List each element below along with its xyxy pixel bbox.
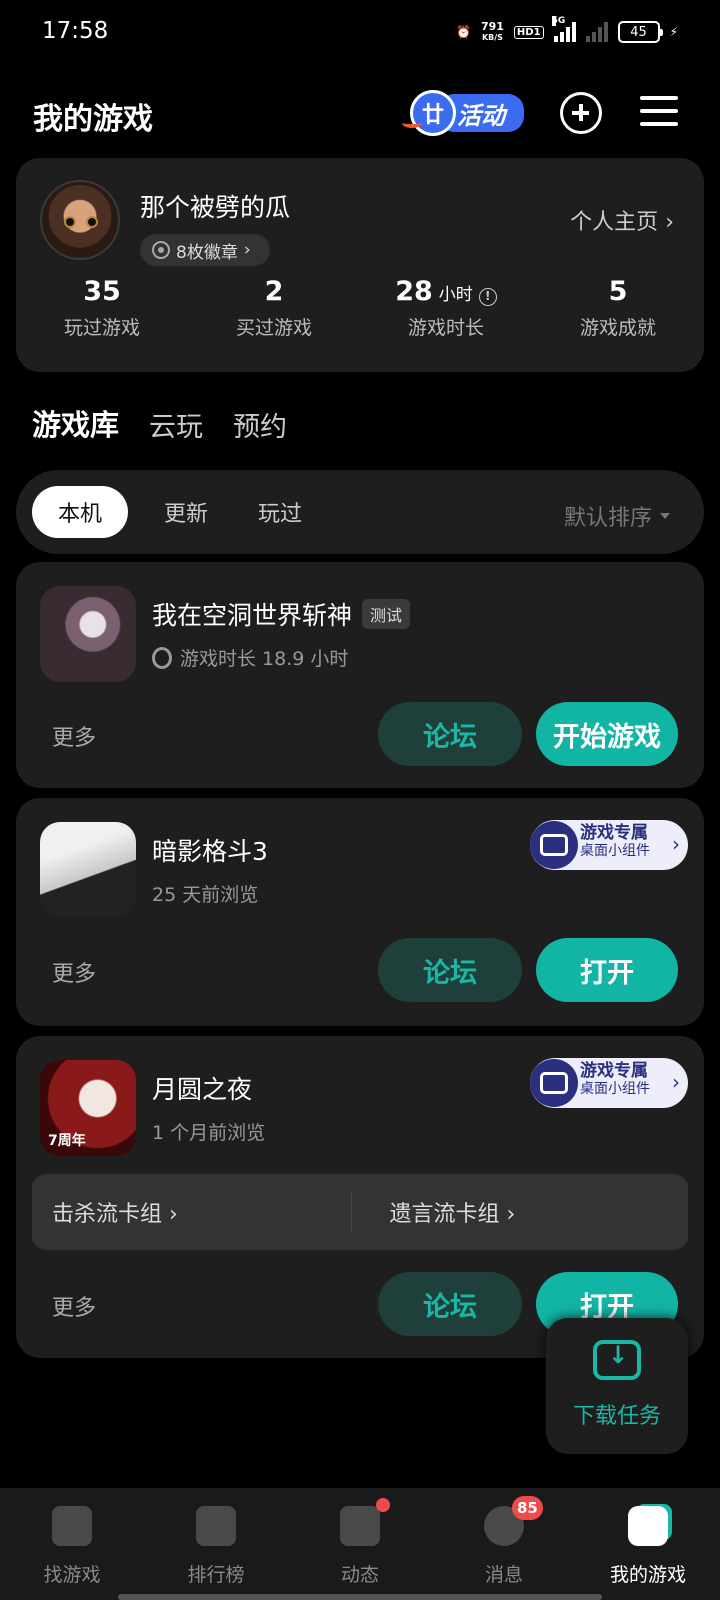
nav-feed[interactable]: 动态 (288, 1488, 432, 1600)
menu-icon[interactable] (640, 94, 678, 128)
nav-my-games[interactable]: 我的游戏 (576, 1488, 720, 1600)
nav-messages[interactable]: 85 消息 (432, 1488, 576, 1600)
start-game-button[interactable]: 开始游戏 (536, 702, 678, 766)
deck-link[interactable]: 遗言流卡组 › (352, 1196, 689, 1228)
widget-subtitle: 桌面小组件 (580, 1081, 650, 1097)
game-subtitle: 25 天前浏览 (152, 884, 259, 906)
filter-bar: 本机 更新 玩过 默认排序 (16, 470, 704, 554)
medal-icon (152, 241, 170, 259)
filter-updates[interactable]: 更新 (144, 486, 228, 538)
net-speed: 791 KB/S (480, 20, 504, 42)
download-label: 下载任务 (572, 1404, 661, 1429)
badges-label: 8枚徽章 (176, 242, 238, 263)
game-icon (40, 586, 136, 682)
game-card[interactable]: 7周年 月圆之夜 1 个月前浏览 游戏专属 桌面小组件 › 击杀流卡组 › 遗言… (16, 1036, 704, 1358)
message-count-badge: 85 (512, 1496, 543, 1520)
forum-button[interactable]: 论坛 (378, 1272, 522, 1336)
forum-button[interactable]: 论坛 (378, 702, 522, 766)
chevron-right-icon: › (672, 832, 680, 856)
library-tabs: 游戏库 云玩 预约 (28, 400, 287, 444)
game-title: 我在空洞世界斩神 测试 (152, 596, 411, 632)
status-bar: 17:58 ⏰ 791 KB/S HD1 5G 45 ⚡ (0, 0, 720, 64)
profile-stats: 35 玩过游戏 2 买过游戏 28 小时 ! 游戏时长 5 游戏成就 (16, 276, 704, 340)
signal-icon-2 (585, 22, 608, 42)
test-tag: 测试 (362, 599, 411, 629)
info-icon[interactable]: ! (478, 288, 497, 306)
page-title: 我的游戏 (33, 102, 153, 137)
activity-swoosh (402, 118, 422, 128)
widget-title: 游戏专属 (580, 823, 648, 843)
profile-card: 那个被劈的瓜 8枚徽章 › 个人主页 › 35 玩过游戏 2 买过游戏 28 小… (16, 158, 704, 372)
stat-played[interactable]: 35 玩过游戏 (16, 276, 188, 340)
game-icon-label: 7周年 (48, 1133, 86, 1149)
open-button[interactable]: 打开 (536, 938, 678, 1002)
battery-icon: 45 (617, 21, 663, 43)
chevron-right-icon: › (665, 210, 674, 235)
header: 我的游戏 活动 廿 (0, 84, 720, 144)
desktop-widget-button[interactable]: 游戏专属 桌面小组件 › (530, 820, 688, 870)
deck-shortcuts: 击杀流卡组 › 遗言流卡组 › (32, 1174, 688, 1250)
bottom-nav: 找游戏 排行榜 动态 85 消息 我的游戏 (0, 1488, 720, 1600)
desktop-widget-button[interactable]: 游戏专属 桌面小组件 › (530, 1058, 688, 1108)
stat-achievements[interactable]: 5 游戏成就 (532, 276, 704, 340)
game-card[interactable]: 我在空洞世界斩神 测试 游戏时长 18.9 小时 更多 论坛 开始游戏 (16, 562, 704, 788)
notification-dot (376, 1498, 391, 1512)
charging-icon: ⚡ (669, 25, 678, 39)
add-icon[interactable] (560, 92, 602, 134)
chevron-right-icon: › (243, 240, 251, 260)
more-button[interactable]: 更多 (52, 956, 96, 988)
activity-icon: 廿 (410, 90, 456, 136)
stat-bought[interactable]: 2 买过游戏 (188, 276, 360, 340)
badges-button[interactable]: 8枚徽章 › (140, 234, 270, 266)
deck-link[interactable]: 击杀流卡组 › (32, 1196, 351, 1228)
filter-local[interactable]: 本机 (32, 486, 128, 538)
hd-icon: HD1 (513, 25, 544, 39)
forum-button[interactable]: 论坛 (378, 938, 522, 1002)
nav-find-games[interactable]: 找游戏 (0, 1488, 144, 1600)
tab-reserve[interactable]: 预约 (233, 405, 287, 444)
status-time: 17:58 (42, 18, 109, 44)
status-icons: ⏰ 791 KB/S HD1 5G 45 ⚡ (456, 16, 678, 46)
gamepad-icon (628, 1506, 668, 1546)
widget-subtitle: 桌面小组件 (580, 843, 650, 859)
game-subtitle: 1 个月前浏览 (152, 1122, 266, 1144)
alarm-icon: ⏰ (456, 25, 471, 39)
sort-dropdown[interactable]: 默认排序 (564, 500, 670, 532)
signal-icon: 5G (551, 16, 576, 42)
filter-played[interactable]: 玩过 (238, 486, 322, 538)
widget-title: 游戏专属 (580, 1061, 648, 1081)
find-games-icon (52, 1506, 92, 1546)
tab-cloud[interactable]: 云玩 (149, 405, 203, 444)
game-title: 暗影格斗3 (152, 837, 268, 866)
more-button[interactable]: 更多 (52, 1290, 96, 1322)
game-subtitle: 游戏时长 18.9 小时 (152, 644, 348, 671)
home-indicator[interactable] (118, 1594, 602, 1600)
caret-down-icon (660, 513, 670, 519)
feed-icon (340, 1506, 380, 1546)
game-title: 月圆之夜 (152, 1075, 253, 1104)
avatar[interactable] (40, 180, 120, 260)
gamepad-icon (530, 1059, 578, 1107)
rankings-icon (196, 1506, 236, 1546)
chevron-right-icon: › (672, 1070, 680, 1094)
download-tasks-button[interactable]: 下载任务 (546, 1318, 688, 1454)
profile-name: 那个被劈的瓜 (140, 193, 291, 222)
gamepad-icon (530, 821, 578, 869)
download-icon (593, 1340, 641, 1380)
homepage-link[interactable]: 个人主页 › (570, 204, 674, 236)
activity-button[interactable]: 活动 廿 (402, 88, 524, 140)
tab-library[interactable]: 游戏库 (28, 402, 123, 444)
more-button[interactable]: 更多 (52, 720, 96, 752)
stat-playtime[interactable]: 28 小时 ! 游戏时长 (360, 276, 532, 340)
stopwatch-icon (152, 646, 172, 669)
game-icon (40, 822, 136, 918)
game-card[interactable]: 暗影格斗3 25 天前浏览 游戏专属 桌面小组件 › 更多 论坛 打开 (16, 798, 704, 1026)
nav-rankings[interactable]: 排行榜 (144, 1488, 288, 1600)
game-icon: 7周年 (40, 1060, 136, 1156)
